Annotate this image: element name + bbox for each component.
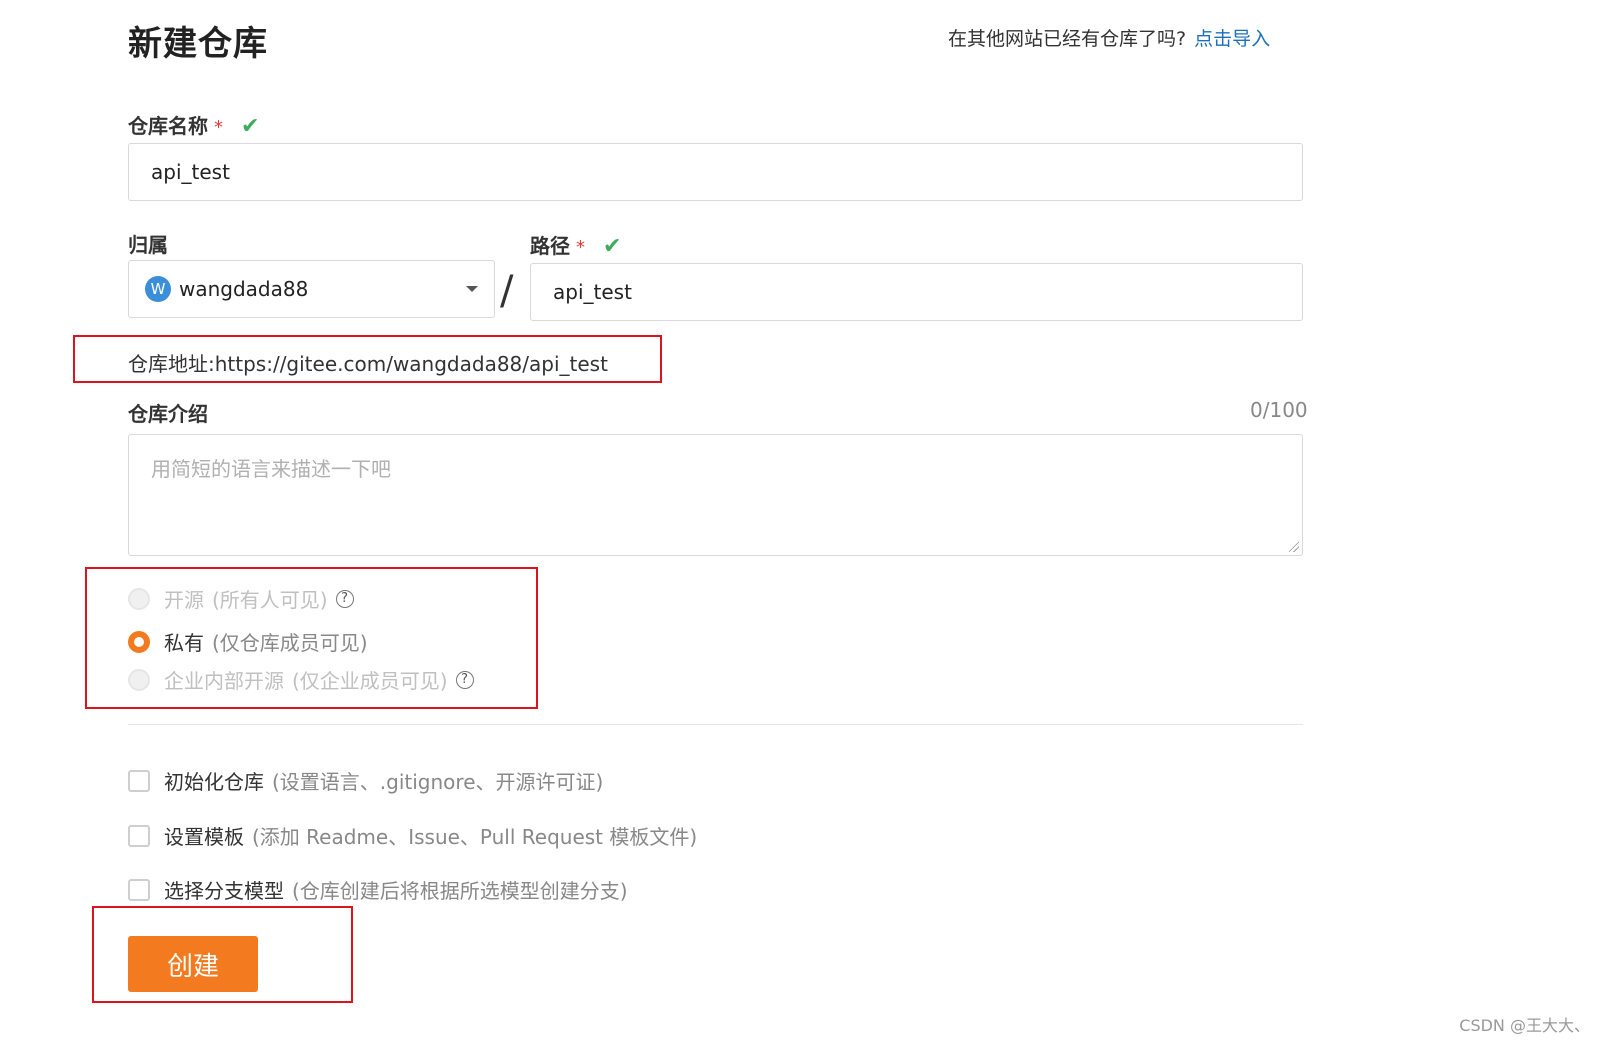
repo-name-value: api_test xyxy=(151,160,230,184)
checkbox[interactable] xyxy=(128,878,150,901)
option-label: 私有 xyxy=(164,631,204,655)
visibility-option-private[interactable]: 私有 (仅仓库成员可见) xyxy=(128,627,368,656)
check-icon: ✔ xyxy=(241,114,260,139)
import-prompt: 在其他网站已经有仓库了吗? 点击导入 xyxy=(948,24,1270,51)
path-label-text: 路径 xyxy=(530,234,570,258)
option-label: 开源 xyxy=(164,588,204,612)
checkbox[interactable] xyxy=(128,769,150,792)
path-label: 路径 * ✔ xyxy=(530,230,621,259)
watermark: CSDN @王大大、 xyxy=(1459,1016,1590,1035)
option-note: (仅企业成员可见) xyxy=(292,669,448,693)
checkbox[interactable] xyxy=(128,824,150,847)
repo-name-label: 仓库名称 * ✔ xyxy=(128,110,259,139)
path-input[interactable]: api_test xyxy=(530,263,1303,321)
option-label: 设置模板 xyxy=(164,825,244,849)
path-value: api_test xyxy=(553,280,632,304)
option-template[interactable]: 设置模板 (添加 Readme、Issue、Pull Request 模板文件) xyxy=(128,821,697,850)
chevron-down-icon xyxy=(466,286,478,292)
repo-address: 仓库地址:https://gitee.com/wangdada88/api_te… xyxy=(128,352,608,376)
required-mark: * xyxy=(576,237,585,258)
avatar: W xyxy=(145,276,171,302)
page-title: 新建仓库 xyxy=(128,24,268,64)
description-textarea[interactable]: 用简短的语言来描述一下吧 xyxy=(128,434,1303,556)
description-placeholder: 用简短的语言来描述一下吧 xyxy=(151,457,391,481)
option-label: 初始化仓库 xyxy=(164,770,264,794)
radio-button[interactable] xyxy=(128,587,150,610)
create-button[interactable]: 创建 xyxy=(128,936,258,992)
repo-name-input[interactable]: api_test xyxy=(128,143,1303,201)
divider xyxy=(128,724,1303,725)
import-prompt-text: 在其他网站已经有仓库了吗? xyxy=(948,28,1187,50)
help-icon[interactable]: ? xyxy=(455,670,474,689)
resize-handle-icon[interactable] xyxy=(1289,542,1299,552)
repo-name-label-text: 仓库名称 xyxy=(128,114,208,138)
owner-label: 归属 xyxy=(128,233,168,257)
option-note: (设置语言、.gitignore、开源许可证) xyxy=(272,770,604,794)
option-label: 选择分支模型 xyxy=(164,879,284,903)
option-note: (所有人可见) xyxy=(212,588,328,612)
option-note: (仓库创建后将根据所选模型创建分支) xyxy=(292,879,628,903)
option-note: (添加 Readme、Issue、Pull Request 模板文件) xyxy=(252,825,698,849)
option-label: 企业内部开源 xyxy=(164,669,284,693)
visibility-option-public[interactable]: 开源 (所有人可见) ? xyxy=(128,584,354,613)
description-counter: 0/100 xyxy=(1250,398,1308,422)
owner-select[interactable]: W wangdada88 xyxy=(128,260,495,318)
option-note: (仅仓库成员可见) xyxy=(212,631,368,655)
visibility-option-enterprise[interactable]: 企业内部开源 (仅企业成员可见) ? xyxy=(128,665,474,694)
check-icon: ✔ xyxy=(603,234,622,259)
option-init-repo[interactable]: 初始化仓库 (设置语言、.gitignore、开源许可证) xyxy=(128,766,603,795)
required-mark: * xyxy=(214,117,223,138)
radio-button-selected[interactable] xyxy=(128,630,150,653)
owner-value: wangdada88 xyxy=(179,277,309,301)
radio-button[interactable] xyxy=(128,668,150,691)
help-icon[interactable]: ? xyxy=(335,589,354,608)
path-separator: / xyxy=(500,268,514,314)
import-link[interactable]: 点击导入 xyxy=(1194,28,1270,50)
description-label: 仓库介绍 xyxy=(128,402,208,426)
option-branch-model[interactable]: 选择分支模型 (仓库创建后将根据所选模型创建分支) xyxy=(128,875,628,904)
